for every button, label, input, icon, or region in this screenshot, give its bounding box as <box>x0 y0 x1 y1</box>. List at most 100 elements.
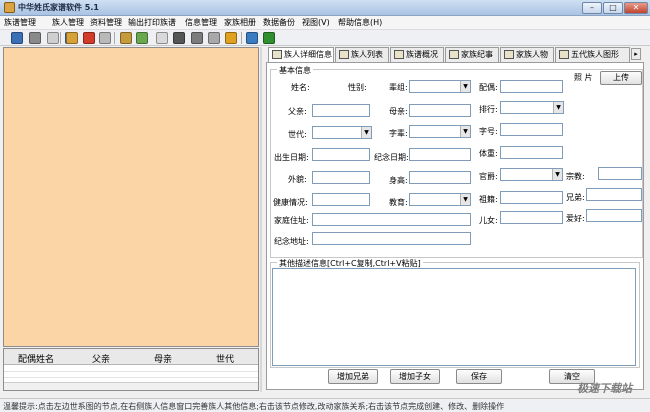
toolbar-separator <box>114 32 115 44</box>
tab-genealogy-overview[interactable]: 族谱概况 <box>390 47 444 62</box>
cohort-select[interactable]: ▼ <box>409 80 471 93</box>
maximize-button[interactable]: □ <box>603 2 623 14</box>
memorial-date-label: 纪念日期: <box>374 153 409 162</box>
close-button[interactable]: ✕ <box>624 2 648 14</box>
family-tree-panel[interactable] <box>3 47 259 347</box>
dropdown-arrow-icon: ▼ <box>460 126 470 137</box>
watermark-text: 极速下载站 <box>577 382 632 395</box>
add-child-button[interactable]: 增加子女 <box>390 369 440 384</box>
father-field[interactable] <box>312 104 370 117</box>
document-icon[interactable] <box>47 32 59 44</box>
hobby-field[interactable] <box>586 209 642 222</box>
file-icon[interactable] <box>156 32 168 44</box>
tree-icon[interactable] <box>136 32 148 44</box>
header-father[interactable]: 父亲 <box>92 352 110 365</box>
description-textarea[interactable] <box>272 268 636 366</box>
binoculars-icon[interactable] <box>173 32 185 44</box>
health-label: 健康情况: <box>273 198 308 207</box>
height-field[interactable] <box>409 171 471 184</box>
menu-view[interactable]: 视图(V) <box>302 17 330 28</box>
menu-info[interactable]: 信息管理 <box>185 17 217 28</box>
generation-select[interactable]: ▼ <box>312 126 372 139</box>
tree-icon[interactable] <box>120 32 132 44</box>
text-icon <box>394 50 404 59</box>
dropdown-arrow-icon: ▼ <box>361 127 371 138</box>
table-icon[interactable] <box>99 32 111 44</box>
tab-family-events[interactable]: 家族纪事 <box>445 47 499 62</box>
health-field[interactable] <box>312 193 370 206</box>
religion-field[interactable] <box>598 167 642 180</box>
delete-icon[interactable] <box>83 32 95 44</box>
birth-date-field[interactable] <box>312 148 370 161</box>
dropdown-arrow-icon: ▼ <box>460 194 470 205</box>
chart-icon[interactable] <box>225 32 237 44</box>
menu-help[interactable]: 帮助信息(H) <box>338 17 382 28</box>
memorial-date-field[interactable] <box>409 148 471 161</box>
book-icon[interactable] <box>29 32 41 44</box>
tab-member-details[interactable]: 族人详细信息 <box>268 47 334 63</box>
print-icon[interactable] <box>191 32 203 44</box>
height-label: 身高: <box>389 176 408 185</box>
header-spouse-name[interactable]: 配偶姓名 <box>18 352 54 365</box>
ancestral-home-field[interactable] <box>500 191 563 204</box>
education-label: 教育: <box>389 198 408 207</box>
courtesy-label: 字号: <box>479 127 498 136</box>
person-card-icon <box>272 50 282 59</box>
menu-bar: 族谱管理 族人管理 资料管理 输出打印族谱 信息管理 家族相册 数据备份 视图(… <box>0 16 650 30</box>
home-icon[interactable] <box>11 32 23 44</box>
info-icon[interactable] <box>246 32 258 44</box>
app-icon <box>4 2 15 13</box>
eye-icon <box>504 50 514 59</box>
tree-chart-icon <box>559 50 569 59</box>
tab-five-generation-chart[interactable]: 五代族人图形 <box>555 47 630 62</box>
siblings-field[interactable] <box>586 188 642 201</box>
gear-icon[interactable] <box>208 32 220 44</box>
menu-backup[interactable]: 数据备份 <box>263 17 295 28</box>
education-select[interactable]: ▼ <box>409 193 471 206</box>
children-label: 儿女: <box>479 216 498 225</box>
menu-genealogy[interactable]: 族谱管理 <box>4 17 36 28</box>
style-char-select[interactable]: ▼ <box>409 125 471 138</box>
toolbar-separator <box>241 32 242 44</box>
dropdown-arrow-icon: ▼ <box>460 81 470 92</box>
spouse-grid[interactable]: 配偶姓名 父亲 母亲 世代 <box>3 348 259 391</box>
panel-splitter[interactable] <box>260 47 262 392</box>
courtesy-field[interactable] <box>500 123 563 136</box>
upload-photo-button[interactable]: 上传 <box>600 71 642 85</box>
menu-materials[interactable]: 资料管理 <box>90 17 122 28</box>
header-generation[interactable]: 世代 <box>216 352 234 365</box>
rank-label: 排行: <box>479 105 498 114</box>
menu-member[interactable]: 族人管理 <box>52 17 84 28</box>
name-label: 姓名: <box>291 83 310 92</box>
hobby-label: 爱好: <box>566 214 585 223</box>
spouse-field[interactable] <box>500 80 563 93</box>
father-label: 父亲: <box>288 107 307 116</box>
tab-member-list[interactable]: 族人列表 <box>335 47 389 62</box>
address-field[interactable] <box>312 213 471 226</box>
tab-family-figures[interactable]: 家族人物 <box>500 47 554 62</box>
religion-label: 宗教: <box>566 172 585 181</box>
tab-scroll-icon[interactable]: ▸ <box>631 48 641 60</box>
status-text: 温馨提示:点击左边世系图的节点,在右侧族人信息窗口完善族人其他信息;右击该节点修… <box>3 402 505 411</box>
children-field[interactable] <box>500 211 563 224</box>
weight-field[interactable] <box>500 146 563 159</box>
save-button[interactable]: 保存 <box>456 369 502 384</box>
mother-field[interactable] <box>409 104 471 117</box>
rank-select[interactable]: ▼ <box>500 101 564 114</box>
person-add-icon[interactable] <box>66 32 78 44</box>
weight-label: 体重: <box>479 149 498 158</box>
ancestral-home-label: 祖籍: <box>479 195 498 204</box>
dropdown-arrow-icon: ▼ <box>553 102 563 113</box>
menu-print[interactable]: 输出打印族谱 <box>128 17 176 28</box>
toolbar <box>0 30 650 46</box>
minimize-button[interactable]: – <box>582 2 602 14</box>
menu-album[interactable]: 家族相册 <box>224 17 256 28</box>
grid-scrollbar[interactable] <box>4 382 258 390</box>
memorial-address-field[interactable] <box>312 232 471 245</box>
header-mother[interactable]: 母亲 <box>154 352 172 365</box>
official-rank-select[interactable]: ▼ <box>500 168 563 181</box>
exit-icon[interactable] <box>263 32 275 44</box>
add-sibling-button[interactable]: 增加兄弟 <box>328 369 378 384</box>
appearance-field[interactable] <box>312 171 370 184</box>
siblings-label: 兄弟: <box>566 193 585 202</box>
